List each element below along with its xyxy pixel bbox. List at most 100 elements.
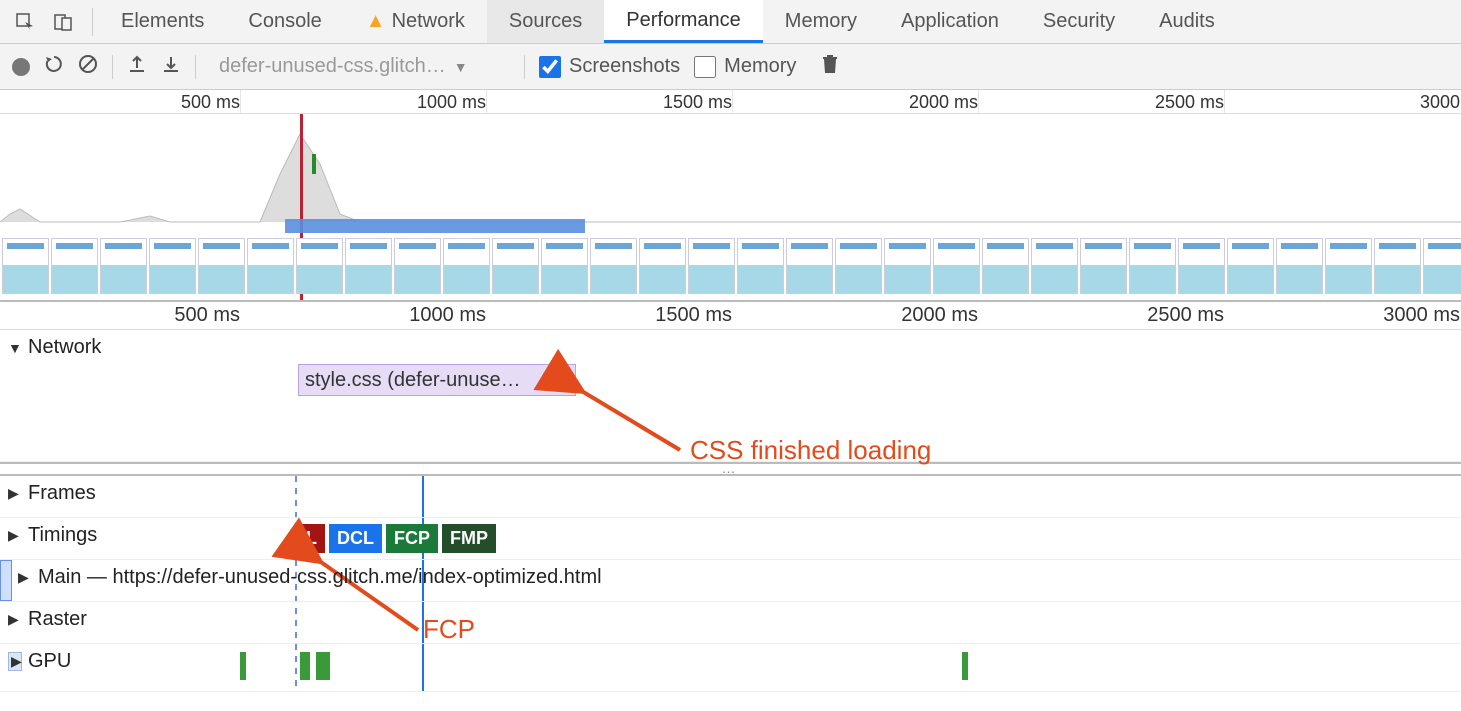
flamechart-region: ▶ Frames ▶ Timings L DCL FCP FMP ▶ bbox=[0, 476, 1461, 692]
screenshot-thumb[interactable] bbox=[394, 238, 441, 294]
save-profile-button[interactable] bbox=[161, 54, 181, 80]
timing-badge-load[interactable]: L bbox=[298, 524, 325, 553]
performance-toolbar: defer-unused-css.glitch… ▼ Screenshots M… bbox=[0, 44, 1461, 90]
ruler-tick: 1000 ms bbox=[409, 304, 486, 327]
frames-track-header[interactable]: ▶ Frames bbox=[0, 476, 104, 511]
screenshot-thumb[interactable] bbox=[345, 238, 392, 294]
overview-panel[interactable] bbox=[0, 114, 1461, 302]
ruler-tick: 3000 ms bbox=[1383, 304, 1460, 327]
disclosure-triangle-icon[interactable]: ▼ bbox=[8, 340, 22, 356]
screenshots-checkbox[interactable]: Screenshots bbox=[539, 55, 680, 78]
screenshot-thumb[interactable] bbox=[884, 238, 931, 294]
disclosure-triangle-icon[interactable]: ▶ bbox=[8, 527, 22, 544]
ruler-tick: 500 ms bbox=[181, 92, 240, 113]
timing-badge-fcp[interactable]: FCP bbox=[386, 524, 438, 553]
profile-selector[interactable]: defer-unused-css.glitch… ▼ bbox=[210, 50, 510, 83]
timing-badges: L DCL FCP FMP bbox=[298, 524, 496, 553]
screenshot-thumb[interactable] bbox=[639, 238, 686, 294]
ruler-tick: 3000 bbox=[1420, 92, 1460, 113]
raster-track-label: Raster bbox=[28, 608, 87, 631]
tab-sources[interactable]: Sources bbox=[487, 0, 604, 43]
filmstrip bbox=[0, 238, 1461, 296]
screenshot-thumb[interactable] bbox=[149, 238, 196, 294]
tab-elements[interactable]: Elements bbox=[99, 0, 226, 43]
screenshot-thumb[interactable] bbox=[1031, 238, 1078, 294]
screenshot-thumb[interactable] bbox=[933, 238, 980, 294]
screenshot-thumb[interactable] bbox=[100, 238, 147, 294]
screenshot-thumb[interactable] bbox=[51, 238, 98, 294]
memory-checkbox[interactable]: Memory bbox=[694, 55, 796, 78]
tab-security[interactable]: Security bbox=[1021, 0, 1137, 43]
raster-track-header[interactable]: ▶ Raster bbox=[0, 602, 95, 637]
reload-button[interactable] bbox=[44, 54, 64, 80]
gpu-track-label: GPU bbox=[28, 650, 71, 673]
network-request-bar[interactable]: style.css (defer-unuse… bbox=[298, 364, 576, 396]
collect-garbage-button[interactable] bbox=[820, 53, 840, 81]
frames-track-label: Frames bbox=[28, 482, 96, 505]
timings-track-label: Timings bbox=[28, 524, 97, 547]
network-request-label: style.css (defer-unuse… bbox=[305, 369, 521, 392]
screenshot-thumb[interactable] bbox=[1325, 238, 1372, 294]
disclosure-triangle-icon[interactable]: ▶ bbox=[8, 652, 22, 671]
gpu-track[interactable]: ▶ GPU bbox=[0, 644, 1461, 692]
screenshot-thumb[interactable] bbox=[443, 238, 490, 294]
clear-button[interactable] bbox=[78, 54, 98, 80]
screenshot-thumb[interactable] bbox=[737, 238, 784, 294]
network-track[interactable]: ▼ Network style.css (defer-unuse… bbox=[0, 330, 1461, 462]
screenshots-checkbox-input[interactable] bbox=[539, 56, 561, 78]
timing-badge-fmp[interactable]: FMP bbox=[442, 524, 496, 553]
disclosure-triangle-icon[interactable]: ▶ bbox=[18, 569, 32, 586]
screenshot-thumb[interactable] bbox=[786, 238, 833, 294]
toolbar-separator-2 bbox=[195, 55, 196, 79]
tab-audits[interactable]: Audits bbox=[1137, 0, 1237, 43]
tab-performance[interactable]: Performance bbox=[604, 0, 763, 43]
screenshot-thumb[interactable] bbox=[1423, 238, 1461, 294]
screenshot-thumb[interactable] bbox=[1374, 238, 1421, 294]
disclosure-triangle-icon[interactable]: ▶ bbox=[8, 485, 22, 502]
screenshot-thumb[interactable] bbox=[1129, 238, 1176, 294]
gpu-track-header[interactable]: ▶ GPU bbox=[0, 644, 79, 679]
timing-badge-dcl[interactable]: DCL bbox=[329, 524, 382, 553]
main-track-header[interactable]: ▶ Main — https://defer-unused-css.glitch… bbox=[0, 560, 610, 595]
timings-track-header[interactable]: ▶ Timings bbox=[0, 518, 105, 553]
screenshot-thumb[interactable] bbox=[247, 238, 294, 294]
ruler-tick: 2000 ms bbox=[909, 92, 978, 113]
details-ruler[interactable]: 500 ms 1000 ms 1500 ms 2000 ms 2500 ms 3… bbox=[0, 302, 1461, 330]
toolbar-separator bbox=[112, 55, 113, 79]
screenshot-thumb[interactable] bbox=[982, 238, 1029, 294]
inspect-icon[interactable] bbox=[10, 7, 40, 37]
tab-application[interactable]: Application bbox=[879, 0, 1021, 43]
screenshot-thumb[interactable] bbox=[2, 238, 49, 294]
memory-checkbox-input[interactable] bbox=[694, 56, 716, 78]
record-button[interactable] bbox=[12, 58, 30, 76]
profile-selector-label: defer-unused-css.glitch… bbox=[219, 55, 446, 78]
frames-track[interactable]: ▶ Frames bbox=[0, 476, 1461, 518]
screenshot-thumb[interactable] bbox=[198, 238, 245, 294]
ruler-tick: 1000 ms bbox=[417, 92, 486, 113]
tab-console[interactable]: Console bbox=[226, 0, 343, 43]
screenshot-thumb[interactable] bbox=[590, 238, 637, 294]
disclosure-triangle-icon[interactable]: ▶ bbox=[8, 611, 22, 628]
screenshot-thumb[interactable] bbox=[492, 238, 539, 294]
fcp-overview-marker bbox=[312, 154, 316, 174]
screenshot-thumb[interactable] bbox=[1080, 238, 1127, 294]
selection-range[interactable] bbox=[285, 219, 585, 233]
overview-ruler[interactable]: 500 ms 1000 ms 1500 ms 2000 ms 2500 ms 3… bbox=[0, 90, 1461, 114]
ruler-tick: 2000 ms bbox=[901, 304, 978, 327]
raster-track[interactable]: ▶ Raster bbox=[0, 602, 1461, 644]
screenshot-thumb[interactable] bbox=[1276, 238, 1323, 294]
screenshot-thumb[interactable] bbox=[541, 238, 588, 294]
tab-memory[interactable]: Memory bbox=[763, 0, 879, 43]
main-track[interactable]: ▶ Main — https://defer-unused-css.glitch… bbox=[0, 560, 1461, 602]
screenshot-thumb[interactable] bbox=[296, 238, 343, 294]
screenshot-thumb[interactable] bbox=[1178, 238, 1225, 294]
resize-handle[interactable] bbox=[0, 462, 1461, 476]
screenshot-thumb[interactable] bbox=[688, 238, 735, 294]
device-toggle-icon[interactable] bbox=[48, 7, 78, 37]
tab-network[interactable]: ▲Network bbox=[344, 0, 487, 43]
load-profile-button[interactable] bbox=[127, 54, 147, 80]
screenshot-thumb[interactable] bbox=[835, 238, 882, 294]
network-track-header[interactable]: ▼ Network bbox=[0, 330, 109, 365]
screenshot-thumb[interactable] bbox=[1227, 238, 1274, 294]
timings-track[interactable]: ▶ Timings L DCL FCP FMP bbox=[0, 518, 1461, 560]
